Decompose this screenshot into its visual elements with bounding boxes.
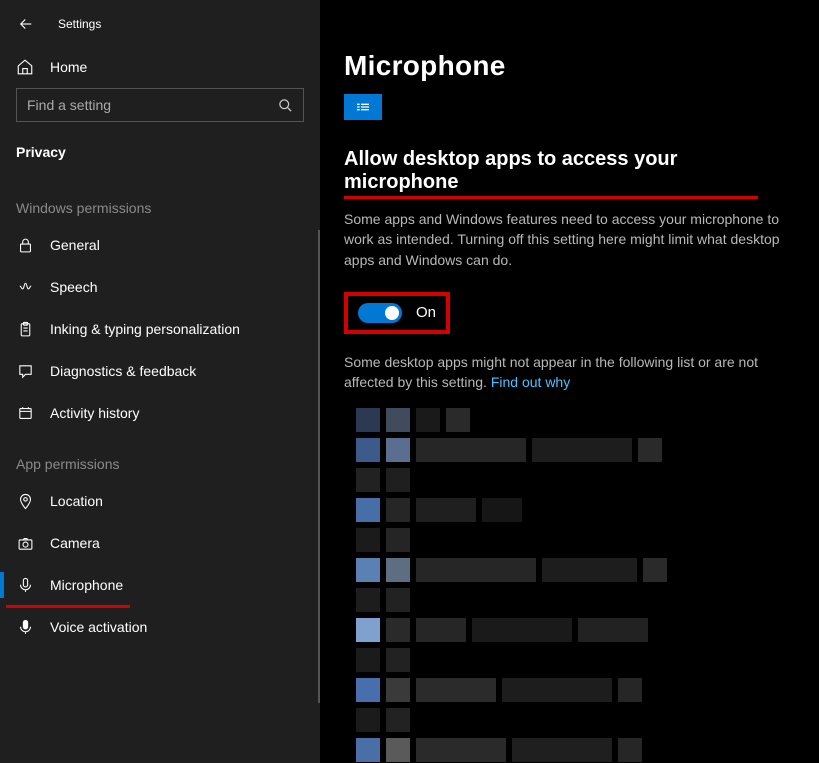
list-item [356, 678, 789, 702]
nav-microphone[interactable]: Microphone [0, 564, 320, 606]
nav-general[interactable]: General [0, 224, 320, 266]
note-text: Some desktop apps might not appear in th… [344, 352, 784, 393]
highlight-box: On [344, 292, 450, 334]
app-tile-row [344, 94, 789, 120]
nav-home[interactable]: Home [0, 46, 320, 88]
titlebar: Settings [0, 0, 320, 46]
search-input[interactable] [27, 97, 278, 113]
nav-voice-label: Voice activation [50, 619, 147, 635]
search-icon [278, 98, 293, 113]
list-item [356, 468, 789, 492]
desktop-apps-microphone-toggle[interactable] [358, 303, 402, 323]
feedback-icon [16, 362, 34, 380]
nav-diagnostics-label: Diagnostics & feedback [50, 363, 196, 379]
list-item [356, 648, 789, 672]
app-tile-icon [344, 94, 382, 120]
voice-icon [16, 618, 34, 636]
back-button[interactable] [16, 14, 36, 34]
window-title: Settings [58, 17, 101, 31]
list-item [356, 558, 789, 582]
nav-speech-label: Speech [50, 279, 97, 295]
search-container [0, 88, 320, 136]
nav-voice-activation[interactable]: Voice activation [0, 606, 320, 648]
location-icon [16, 492, 34, 510]
clipboard-icon [16, 320, 34, 338]
lock-icon [16, 236, 34, 254]
nav-activity-label: Activity history [50, 405, 139, 421]
main-content: Microphone Allow desktop apps to access … [320, 0, 819, 763]
history-icon [16, 404, 34, 422]
find-out-why-link[interactable]: Find out why [491, 374, 570, 390]
nav-inking[interactable]: Inking & typing personalization [0, 308, 320, 350]
highlight-underline [344, 196, 758, 199]
nav-speech[interactable]: Speech [0, 266, 320, 308]
list-item [356, 438, 789, 462]
list-item [356, 708, 789, 732]
nav-inking-label: Inking & typing personalization [50, 321, 240, 337]
camera-icon [16, 534, 34, 552]
nav-camera[interactable]: Camera [0, 522, 320, 564]
desktop-apps-list [344, 408, 789, 762]
microphone-icon [16, 576, 34, 594]
list-item [356, 618, 789, 642]
nav-general-label: General [50, 237, 100, 253]
page-title: Microphone [344, 0, 789, 94]
nav-location[interactable]: Location [0, 480, 320, 522]
toggle-state-label: On [416, 304, 436, 321]
list-item [356, 738, 789, 762]
nav-camera-label: Camera [50, 535, 100, 551]
list-item [356, 528, 789, 552]
home-icon [16, 58, 34, 76]
section-app-permissions: App permissions [0, 434, 320, 480]
nav-home-label: Home [50, 59, 87, 75]
nav-microphone-label: Microphone [50, 577, 123, 593]
section-windows-permissions: Windows permissions [0, 178, 320, 224]
nav-activity[interactable]: Activity history [0, 392, 320, 434]
privacy-heading: Privacy [0, 136, 320, 178]
nav-diagnostics[interactable]: Diagnostics & feedback [0, 350, 320, 392]
section-description: Some apps and Windows features need to a… [344, 209, 784, 270]
toggle-row: On [344, 292, 789, 334]
list-item [356, 498, 789, 522]
list-item [356, 588, 789, 612]
section-title: Allow desktop apps to access your microp… [344, 148, 789, 194]
nav-location-label: Location [50, 493, 103, 509]
search-box[interactable] [16, 88, 304, 122]
sidebar: Settings Home Privacy Windows permission… [0, 0, 320, 763]
speech-icon [16, 278, 34, 296]
list-item [356, 408, 789, 432]
